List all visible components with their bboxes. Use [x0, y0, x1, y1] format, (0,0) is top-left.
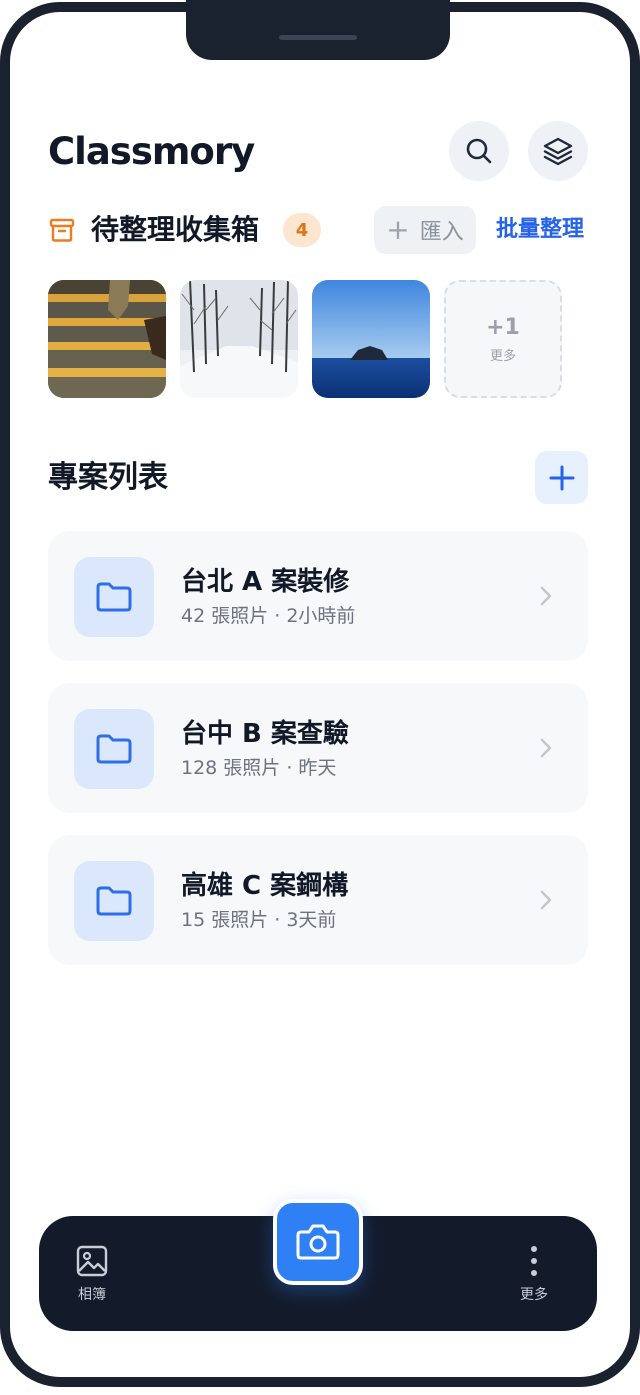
chevron-right-icon [540, 586, 552, 606]
project-icon-box [74, 861, 154, 941]
project-card[interactable]: 台北 A 案裝修 42 張照片 · 2小時前 [48, 531, 588, 661]
project-name: 台北 A 案裝修 [181, 567, 350, 597]
inbox-title: 待整理收集箱 [91, 213, 260, 246]
search-button[interactable] [449, 121, 509, 181]
snowy-forest-photo [180, 280, 298, 398]
device-notch [186, 0, 450, 60]
import-button[interactable]: + 匯入 [374, 206, 476, 254]
inbox-thumbnail-snow[interactable] [180, 280, 298, 398]
more-thumbnails-button[interactable]: +1 更多 [444, 280, 562, 398]
project-meta: 128 張照片 · 昨天 [181, 757, 337, 779]
more-label: 更多 [489, 348, 516, 364]
app-title: Classmory [48, 130, 255, 173]
nav-album[interactable]: 相簿 [75, 1244, 109, 1304]
device-frame: Classmory 待整理收集箱 4 + 匯入 批量整理 +1 更多 專案列表 … [0, 0, 640, 1395]
project-name: 台中 B 案查驗 [181, 719, 349, 749]
camera-icon [296, 1224, 340, 1260]
inbox-thumbnail-sea[interactable] [312, 280, 430, 398]
notch-speaker [279, 35, 357, 40]
project-card[interactable]: 台中 B 案查驗 128 張照片 · 昨天 [48, 683, 588, 813]
search-icon [466, 138, 492, 164]
chevron-right-icon [540, 890, 552, 910]
nav-album-label: 相簿 [78, 1287, 106, 1303]
stairs-photo [48, 280, 166, 398]
project-name: 高雄 C 案鋼構 [181, 871, 349, 901]
folder-icon [96, 582, 132, 612]
folder-icon [96, 886, 132, 916]
more-count: +1 [486, 314, 520, 340]
project-meta: 15 張照片 · 3天前 [181, 909, 337, 931]
plus-icon: + [386, 213, 410, 246]
project-icon-box [74, 709, 154, 789]
nav-more-label: 更多 [520, 1287, 548, 1303]
layers-icon [543, 137, 573, 166]
more-vertical-icon [531, 1246, 537, 1276]
import-label: 匯入 [419, 220, 464, 245]
project-meta: 42 張照片 · 2小時前 [181, 605, 356, 627]
inbox-count-badge: 4 [283, 213, 321, 247]
nav-more[interactable]: 更多 [517, 1244, 551, 1304]
chevron-right-icon [540, 738, 552, 758]
sea-island-photo [312, 280, 430, 398]
batch-organize-link[interactable]: 批量整理 [496, 212, 584, 248]
projects-title: 專案列表 [48, 460, 168, 495]
add-project-button[interactable] [535, 451, 588, 504]
layers-button[interactable] [528, 121, 588, 181]
image-icon [76, 1245, 108, 1277]
inbox-thumbnail-stairs[interactable] [48, 280, 166, 398]
project-icon-box [74, 557, 154, 637]
project-card[interactable]: 高雄 C 案鋼構 15 張照片 · 3天前 [48, 835, 588, 965]
folder-icon [96, 734, 132, 764]
plus-icon [549, 465, 574, 490]
archive-icon [49, 218, 75, 242]
camera-button[interactable] [273, 1199, 363, 1285]
